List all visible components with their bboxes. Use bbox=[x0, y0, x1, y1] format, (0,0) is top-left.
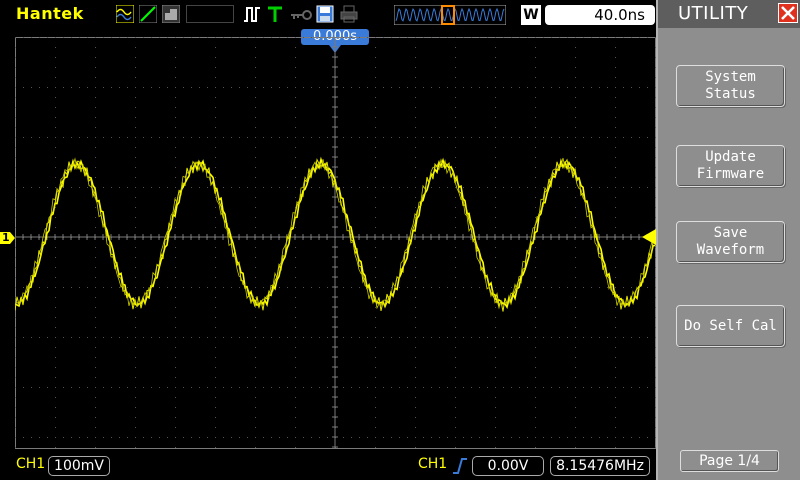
ch1-marker-label: 1 bbox=[2, 231, 10, 244]
persist-icon[interactable] bbox=[162, 5, 180, 23]
trigger-t-icon bbox=[268, 6, 282, 22]
window-indicator: W bbox=[521, 5, 541, 25]
line-mode-icon[interactable] bbox=[139, 5, 157, 23]
bottom-status-bar: CH1 100mV CH1 0.00V 8.15476MHz bbox=[0, 452, 656, 480]
update-firmware-label: Update Firmware bbox=[696, 149, 765, 182]
pulse-icon bbox=[244, 7, 260, 22]
waveform-display[interactable] bbox=[15, 37, 656, 449]
save-icon[interactable] bbox=[316, 5, 334, 23]
save-waveform-button[interactable]: Save Waveform bbox=[676, 221, 785, 263]
panel-header: UTILITY bbox=[658, 0, 800, 28]
brand-logo: Hantek bbox=[16, 4, 84, 23]
status-slot bbox=[186, 5, 234, 23]
utility-menu-panel: UTILITY System Status Update Firmware Save… bbox=[656, 0, 800, 480]
close-button[interactable] bbox=[778, 3, 798, 23]
printer-icon[interactable] bbox=[340, 5, 358, 23]
update-firmware-button[interactable]: Update Firmware bbox=[676, 145, 785, 187]
ch1-ground-marker[interactable]: 1 bbox=[0, 231, 15, 245]
time-scale-readout[interactable]: 40.0ns bbox=[545, 5, 655, 25]
page-indicator-button[interactable]: Page 1/4 bbox=[680, 450, 779, 472]
trigger-level-marker[interactable] bbox=[642, 229, 656, 245]
rising-edge-icon bbox=[453, 458, 467, 474]
ch1-label: CH1 bbox=[16, 456, 46, 472]
panel-title: UTILITY bbox=[678, 3, 749, 24]
key-icon bbox=[291, 10, 312, 20]
system-status-label: System Status bbox=[705, 69, 756, 102]
system-status-button[interactable]: System Status bbox=[676, 65, 785, 107]
trace-mode-icon[interactable] bbox=[116, 5, 134, 23]
do-self-cal-label: Do Self Cal bbox=[684, 317, 777, 334]
trigger-level-readout[interactable]: 0.00V bbox=[472, 456, 544, 476]
save-waveform-label: Save Waveform bbox=[696, 225, 765, 258]
top-status-bar: Hantek W 40.0ns bbox=[0, 0, 656, 28]
close-icon bbox=[781, 6, 795, 20]
ch1-volts-per-div[interactable]: 100mV bbox=[48, 456, 110, 476]
timebase-overview-icon[interactable] bbox=[394, 5, 506, 25]
frequency-readout: 8.15476MHz bbox=[550, 456, 650, 476]
trigger-channel-label: CH1 bbox=[418, 456, 448, 472]
do-self-cal-button[interactable]: Do Self Cal bbox=[676, 305, 785, 347]
